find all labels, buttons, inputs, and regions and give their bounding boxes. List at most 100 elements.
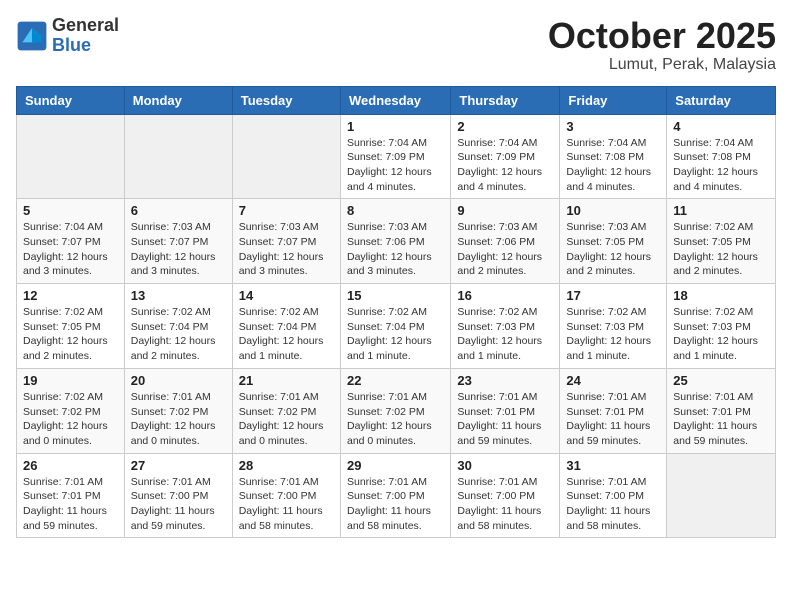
day-number: 22 <box>347 373 444 388</box>
calendar-cell <box>124 114 232 199</box>
day-info: Sunrise: 7:01 AM Sunset: 7:01 PM Dayligh… <box>673 390 769 449</box>
day-number: 21 <box>239 373 334 388</box>
day-info: Sunrise: 7:02 AM Sunset: 7:02 PM Dayligh… <box>23 390 118 449</box>
logo-general: General <box>52 16 119 36</box>
day-info: Sunrise: 7:02 AM Sunset: 7:03 PM Dayligh… <box>457 305 553 364</box>
calendar-cell: 4 Sunrise: 7:04 AM Sunset: 7:08 PM Daylig… <box>667 114 776 199</box>
week-row-4: 19 Sunrise: 7:02 AM Sunset: 7:02 PM Dayli… <box>17 368 776 453</box>
calendar-subtitle: Lumut, Perak, Malaysia <box>548 56 776 74</box>
day-info: Sunrise: 7:01 AM Sunset: 7:00 PM Dayligh… <box>347 475 444 534</box>
weekday-header-thursday: Thursday <box>451 86 560 114</box>
day-info: Sunrise: 7:04 AM Sunset: 7:08 PM Dayligh… <box>673 136 769 195</box>
logo-blue: Blue <box>52 36 119 56</box>
day-number: 24 <box>566 373 660 388</box>
day-info: Sunrise: 7:01 AM Sunset: 7:01 PM Dayligh… <box>23 475 118 534</box>
day-number: 20 <box>131 373 226 388</box>
day-info: Sunrise: 7:04 AM Sunset: 7:07 PM Dayligh… <box>23 220 118 279</box>
day-number: 8 <box>347 203 444 218</box>
day-number: 26 <box>23 458 118 473</box>
day-info: Sunrise: 7:03 AM Sunset: 7:06 PM Dayligh… <box>457 220 553 279</box>
weekday-header-tuesday: Tuesday <box>232 86 340 114</box>
calendar-cell: 31 Sunrise: 7:01 AM Sunset: 7:00 PM Dayli… <box>560 453 667 538</box>
day-number: 19 <box>23 373 118 388</box>
day-number: 17 <box>566 288 660 303</box>
page-header: General Blue October 2025 Lumut, Perak, … <box>16 16 776 74</box>
calendar-cell: 19 Sunrise: 7:02 AM Sunset: 7:02 PM Dayli… <box>17 368 125 453</box>
day-info: Sunrise: 7:01 AM Sunset: 7:01 PM Dayligh… <box>457 390 553 449</box>
day-info: Sunrise: 7:03 AM Sunset: 7:07 PM Dayligh… <box>239 220 334 279</box>
day-number: 29 <box>347 458 444 473</box>
calendar-cell: 28 Sunrise: 7:01 AM Sunset: 7:00 PM Dayli… <box>232 453 340 538</box>
day-number: 25 <box>673 373 769 388</box>
week-row-2: 5Sunrise: 7:04 AM Sunset: 7:07 PM Daylig… <box>17 199 776 284</box>
day-info: Sunrise: 7:04 AM Sunset: 7:09 PM Dayligh… <box>347 136 444 195</box>
calendar-cell: 7Sunrise: 7:03 AM Sunset: 7:07 PM Daylig… <box>232 199 340 284</box>
weekday-header-sunday: Sunday <box>17 86 125 114</box>
day-number: 12 <box>23 288 118 303</box>
day-info: Sunrise: 7:01 AM Sunset: 7:02 PM Dayligh… <box>239 390 334 449</box>
day-info: Sunrise: 7:01 AM Sunset: 7:02 PM Dayligh… <box>347 390 444 449</box>
calendar-cell: 30 Sunrise: 7:01 AM Sunset: 7:00 PM Dayli… <box>451 453 560 538</box>
week-row-3: 12 Sunrise: 7:02 AM Sunset: 7:05 PM Dayli… <box>17 284 776 369</box>
day-number: 6 <box>131 203 226 218</box>
day-number: 28 <box>239 458 334 473</box>
day-number: 23 <box>457 373 553 388</box>
weekday-header-monday: Monday <box>124 86 232 114</box>
day-info: Sunrise: 7:02 AM Sunset: 7:05 PM Dayligh… <box>23 305 118 364</box>
calendar-cell: 1 Sunrise: 7:04 AM Sunset: 7:09 PM Daylig… <box>340 114 450 199</box>
calendar-cell: 20 Sunrise: 7:01 AM Sunset: 7:02 PM Dayli… <box>124 368 232 453</box>
day-info: Sunrise: 7:03 AM Sunset: 7:06 PM Dayligh… <box>347 220 444 279</box>
calendar-cell: 3 Sunrise: 7:04 AM Sunset: 7:08 PM Daylig… <box>560 114 667 199</box>
calendar-cell: 14Sunrise: 7:02 AM Sunset: 7:04 PM Dayli… <box>232 284 340 369</box>
logo: General Blue <box>16 16 119 56</box>
day-number: 2 <box>457 119 553 134</box>
logo-text: General Blue <box>52 16 119 56</box>
day-info: Sunrise: 7:04 AM Sunset: 7:08 PM Dayligh… <box>566 136 660 195</box>
day-info: Sunrise: 7:03 AM Sunset: 7:07 PM Dayligh… <box>131 220 226 279</box>
calendar-title: October 2025 <box>548 16 776 56</box>
calendar-cell: 6 Sunrise: 7:03 AM Sunset: 7:07 PM Daylig… <box>124 199 232 284</box>
calendar-cell: 5Sunrise: 7:04 AM Sunset: 7:07 PM Daylig… <box>17 199 125 284</box>
calendar-cell: 25 Sunrise: 7:01 AM Sunset: 7:01 PM Dayli… <box>667 368 776 453</box>
calendar-cell: 9 Sunrise: 7:03 AM Sunset: 7:06 PM Daylig… <box>451 199 560 284</box>
day-info: Sunrise: 7:03 AM Sunset: 7:05 PM Dayligh… <box>566 220 660 279</box>
calendar-cell: 11 Sunrise: 7:02 AM Sunset: 7:05 PM Dayli… <box>667 199 776 284</box>
day-info: Sunrise: 7:01 AM Sunset: 7:00 PM Dayligh… <box>566 475 660 534</box>
calendar-body: 1 Sunrise: 7:04 AM Sunset: 7:09 PM Daylig… <box>17 114 776 538</box>
day-info: Sunrise: 7:02 AM Sunset: 7:05 PM Dayligh… <box>673 220 769 279</box>
day-info: Sunrise: 7:02 AM Sunset: 7:03 PM Dayligh… <box>566 305 660 364</box>
calendar-cell: 12 Sunrise: 7:02 AM Sunset: 7:05 PM Dayli… <box>17 284 125 369</box>
calendar-cell: 2 Sunrise: 7:04 AM Sunset: 7:09 PM Daylig… <box>451 114 560 199</box>
day-number: 15 <box>347 288 444 303</box>
calendar-cell: 27Sunrise: 7:01 AM Sunset: 7:00 PM Dayli… <box>124 453 232 538</box>
calendar-cell: 26 Sunrise: 7:01 AM Sunset: 7:01 PM Dayli… <box>17 453 125 538</box>
weekday-header-friday: Friday <box>560 86 667 114</box>
calendar-cell <box>667 453 776 538</box>
day-number: 30 <box>457 458 553 473</box>
day-info: Sunrise: 7:04 AM Sunset: 7:09 PM Dayligh… <box>457 136 553 195</box>
day-info: Sunrise: 7:02 AM Sunset: 7:04 PM Dayligh… <box>347 305 444 364</box>
day-number: 11 <box>673 203 769 218</box>
day-number: 27 <box>131 458 226 473</box>
calendar-cell: 17 Sunrise: 7:02 AM Sunset: 7:03 PM Dayli… <box>560 284 667 369</box>
calendar-cell: 10Sunrise: 7:03 AM Sunset: 7:05 PM Dayli… <box>560 199 667 284</box>
calendar-cell: 16Sunrise: 7:02 AM Sunset: 7:03 PM Dayli… <box>451 284 560 369</box>
weekday-header-wednesday: Wednesday <box>340 86 450 114</box>
day-number: 4 <box>673 119 769 134</box>
day-number: 14 <box>239 288 334 303</box>
calendar-cell: 29 Sunrise: 7:01 AM Sunset: 7:00 PM Dayli… <box>340 453 450 538</box>
day-number: 9 <box>457 203 553 218</box>
calendar-table: SundayMondayTuesdayWednesdayThursdayFrid… <box>16 86 776 539</box>
day-number: 31 <box>566 458 660 473</box>
day-info: Sunrise: 7:01 AM Sunset: 7:00 PM Dayligh… <box>457 475 553 534</box>
day-number: 13 <box>131 288 226 303</box>
calendar-cell <box>232 114 340 199</box>
day-number: 3 <box>566 119 660 134</box>
day-info: Sunrise: 7:01 AM Sunset: 7:00 PM Dayligh… <box>239 475 334 534</box>
weekday-header-saturday: Saturday <box>667 86 776 114</box>
day-info: Sunrise: 7:01 AM Sunset: 7:01 PM Dayligh… <box>566 390 660 449</box>
day-info: Sunrise: 7:02 AM Sunset: 7:04 PM Dayligh… <box>131 305 226 364</box>
day-number: 1 <box>347 119 444 134</box>
day-info: Sunrise: 7:01 AM Sunset: 7:02 PM Dayligh… <box>131 390 226 449</box>
logo-icon <box>16 20 48 52</box>
